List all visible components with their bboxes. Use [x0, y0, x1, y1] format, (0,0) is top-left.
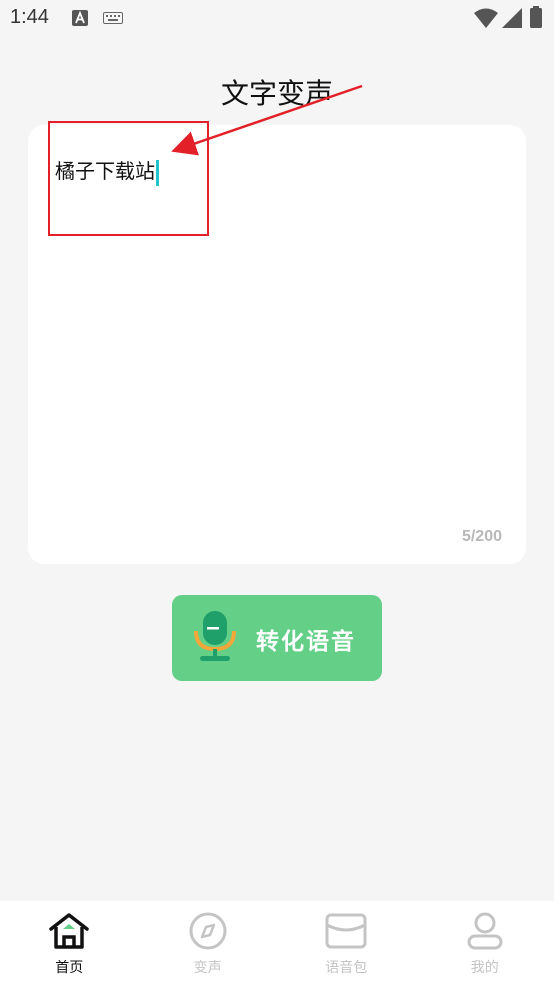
tab-voice-change-label: 变声: [193, 960, 222, 976]
package-icon: [325, 913, 367, 949]
microphone-icon: [194, 611, 236, 661]
tab-voice-change[interactable]: 变声: [139, 901, 278, 985]
tab-mine-label: 我的: [470, 960, 499, 976]
home-icon: [49, 913, 89, 949]
person-icon: [467, 912, 503, 950]
tab-voice-pack-label: 语音包: [325, 960, 368, 976]
convert-button-label: 转化语音: [256, 629, 356, 655]
annotation-arrow-icon: [171, 84, 363, 156]
tab-mine[interactable]: 我的: [416, 901, 554, 985]
tab-home[interactable]: 首页: [0, 901, 139, 985]
compass-icon: [189, 912, 227, 950]
convert-to-speech-button[interactable]: 转化语音: [172, 595, 382, 681]
tab-voice-pack[interactable]: 语音包: [277, 901, 416, 985]
tab-home-label: 首页: [55, 960, 84, 976]
bottom-tab-bar: 首页 变声 语音包 我的: [0, 901, 554, 985]
character-counter: 5/200: [461, 528, 502, 545]
